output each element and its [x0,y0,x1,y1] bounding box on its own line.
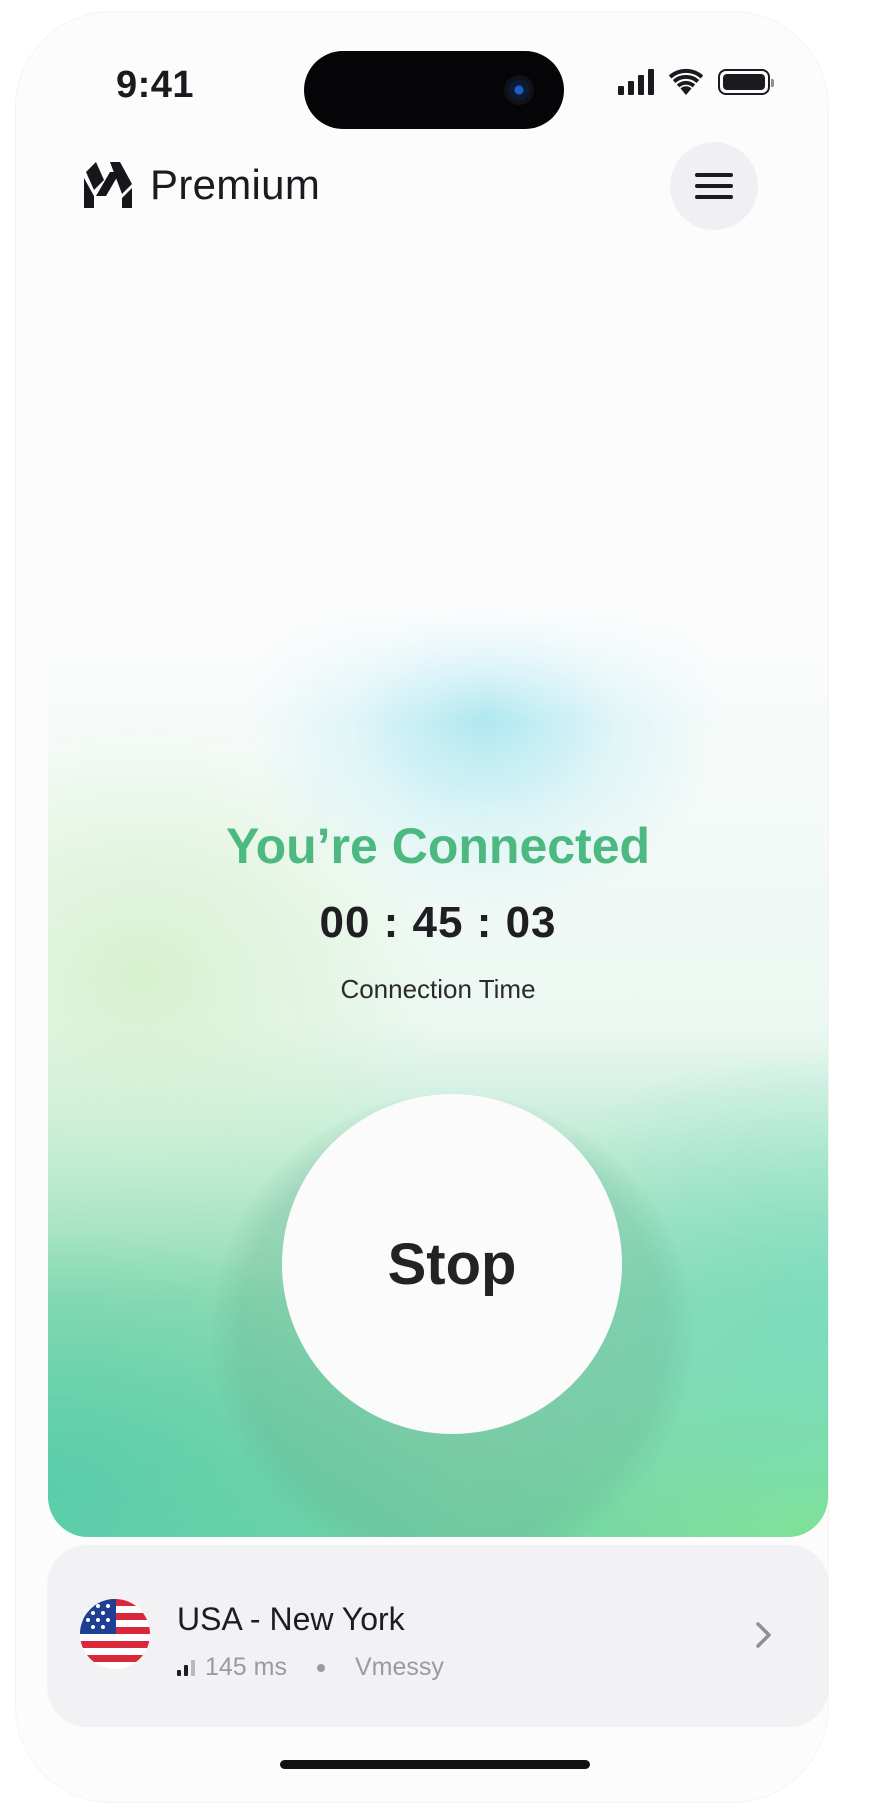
server-ping: 145 ms [205,1653,287,1681]
battery-icon [718,69,774,95]
connection-timer-label: Connection Time [340,974,536,1004]
server-name: USA - New York [177,1601,405,1637]
hamburger-menu-icon [695,173,733,177]
status-time: 9:41 [116,64,195,106]
connection-timer: 00 : 45 : 03 [319,898,557,947]
ping-signal-icon [177,1659,195,1676]
server-meta: 145 ms Vmessy [177,1653,444,1682]
cellular-signal-icon [618,69,654,95]
stop-button[interactable]: Stop [282,1094,622,1434]
connection-card: You’re Connected 00 : 45 : 03 Connection… [48,602,828,1537]
chevron-right-icon [756,1622,771,1648]
menu-button[interactable] [670,142,758,230]
server-protocol: Vmessy [354,1653,444,1681]
camera-icon [504,75,534,105]
brand-logo-icon [84,162,132,208]
phone-screen: 9:41 Premium You’re Connected 00: 45: … [16,12,828,1802]
status-icons [618,68,774,96]
server-selector[interactable]: USA - New York 145 ms Vmessy [47,1545,828,1727]
brand-name: Premium [150,161,321,208]
brand: Premium [80,158,320,212]
usa-flag-icon [80,1599,150,1669]
wifi-icon [668,68,704,95]
home-indicator[interactable] [280,1760,590,1769]
dynamic-island [304,51,564,129]
connection-status: You’re Connected [225,818,651,874]
separator-dot [316,1663,325,1672]
